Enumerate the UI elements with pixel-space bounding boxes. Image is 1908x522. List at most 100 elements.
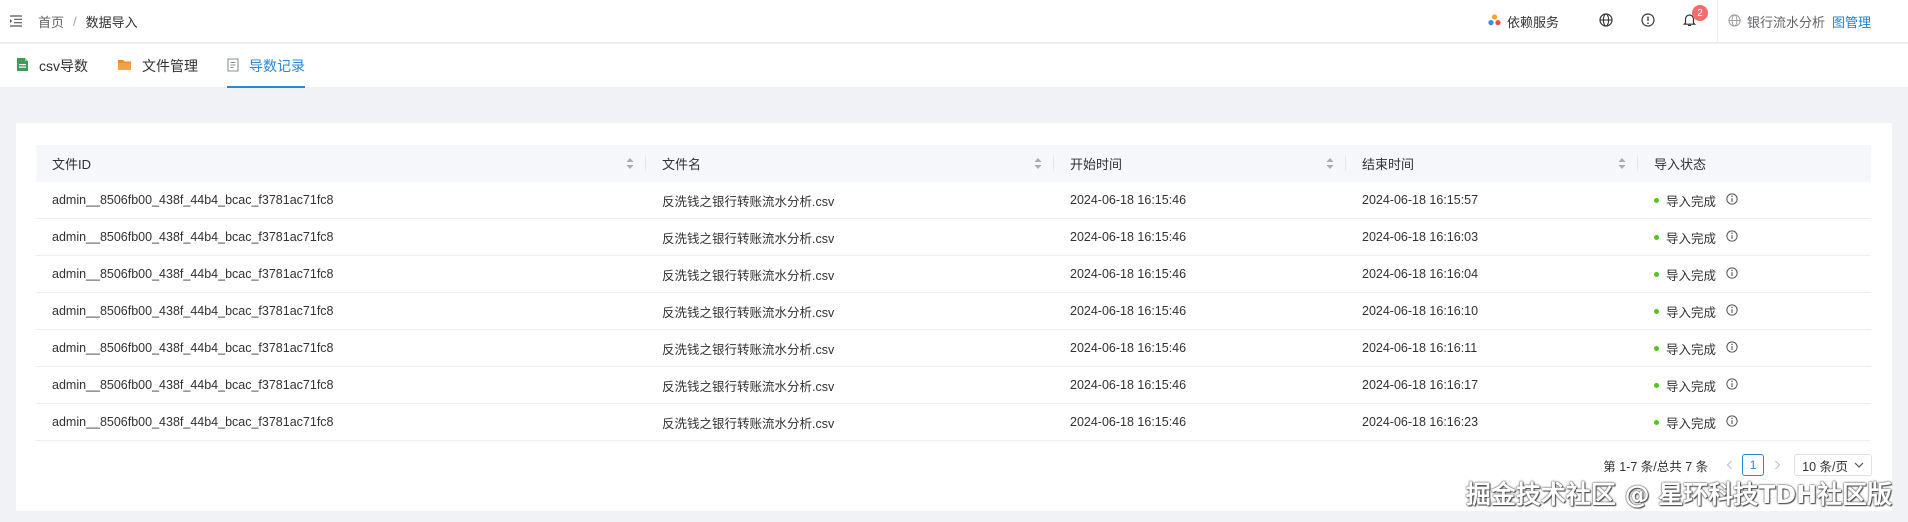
table-row: admin__8506fb00_438f_44b4_bcac_f3781ac71… xyxy=(36,293,1871,330)
status-info-icon[interactable] xyxy=(1726,266,1738,282)
cell-file-name: 反洗钱之银行转账流水分析.csv xyxy=(662,268,835,283)
column-header-import-status: 导入状态 xyxy=(1638,145,1871,182)
column-header-file-name[interactable]: 文件名 xyxy=(646,145,1054,182)
column-header-file-id[interactable]: 文件ID xyxy=(36,145,646,182)
status-dot xyxy=(1654,234,1659,240)
status-dot xyxy=(1654,345,1659,351)
column-header-start-time[interactable]: 开始时间 xyxy=(1054,145,1346,182)
cell-import-status: 导入完成 xyxy=(1638,256,1871,292)
table-row: admin__8506fb00_438f_44b4_bcac_f3781ac71… xyxy=(36,404,1871,441)
sort-icon[interactable] xyxy=(1326,158,1334,169)
status-dot xyxy=(1654,382,1659,388)
tab-label: 文件管理 xyxy=(142,58,198,74)
cell-start-time: 2024-06-18 16:15:46 xyxy=(1070,378,1187,392)
csv-file-icon xyxy=(16,57,29,75)
column-title: 文件ID xyxy=(52,157,92,172)
page-size-value: 10 条/页 xyxy=(1802,459,1848,474)
status-text: 导入完成 xyxy=(1666,342,1717,357)
dependency-service-icon xyxy=(1488,14,1501,29)
cell-start-time: 2024-06-18 16:15:46 xyxy=(1070,341,1187,355)
cell-file-id: admin__8506fb00_438f_44b4_bcac_f3781ac71… xyxy=(52,341,334,355)
page-size-select[interactable]: 10 条/页 xyxy=(1794,454,1872,476)
record-icon xyxy=(227,57,239,75)
folder-icon xyxy=(117,58,132,74)
status-dot xyxy=(1654,308,1659,314)
cell-end-time: 2024-06-18 16:16:23 xyxy=(1362,415,1479,429)
cell-file-name: 反洗钱之银行转账流水分析.csv xyxy=(662,305,835,320)
chevron-down-icon xyxy=(1854,458,1864,472)
status-info-icon[interactable] xyxy=(1726,377,1738,393)
globe-icon xyxy=(1599,13,1613,30)
status-dot xyxy=(1654,419,1659,425)
status-text: 导入完成 xyxy=(1666,416,1717,431)
cell-file-id: admin__8506fb00_438f_44b4_bcac_f3781ac71… xyxy=(52,230,334,244)
status-info-icon[interactable] xyxy=(1726,229,1738,245)
cell-start-time: 2024-06-18 16:15:46 xyxy=(1070,304,1187,318)
cell-file-id: admin__8506fb00_438f_44b4_bcac_f3781ac71… xyxy=(52,378,334,392)
import-record-table: 文件ID 文件名 开始时间 结束时间 导入状态 admin__8506fb00_… xyxy=(36,145,1871,441)
sort-icon[interactable] xyxy=(1618,158,1626,169)
cell-file-id: admin__8506fb00_438f_44b4_bcac_f3781ac71… xyxy=(52,193,334,207)
cell-start-time: 2024-06-18 16:15:46 xyxy=(1070,193,1187,207)
tab-import-record[interactable]: 导数记录 xyxy=(227,45,305,88)
status-info-icon[interactable] xyxy=(1726,414,1738,430)
cell-end-time: 2024-06-18 16:16:17 xyxy=(1362,378,1479,392)
status-info-icon[interactable] xyxy=(1726,192,1738,208)
tab-csv-import[interactable]: csv导数 xyxy=(16,45,88,87)
next-page-icon[interactable] xyxy=(1768,460,1786,470)
table-row: admin__8506fb00_438f_44b4_bcac_f3781ac71… xyxy=(36,182,1871,219)
table-row: admin__8506fb00_438f_44b4_bcac_f3781ac71… xyxy=(36,330,1871,367)
project-name: 银行流水分析 xyxy=(1746,15,1825,30)
project-selector[interactable]: 银行流水分析 图管理 xyxy=(1728,0,1871,43)
tab-file-manage[interactable]: 文件管理 xyxy=(117,45,198,87)
cell-file-id: admin__8506fb00_438f_44b4_bcac_f3781ac71… xyxy=(52,267,334,281)
table-body: admin__8506fb00_438f_44b4_bcac_f3781ac71… xyxy=(36,182,1871,441)
sort-icon[interactable] xyxy=(1034,158,1042,169)
column-title: 文件名 xyxy=(662,157,702,172)
cell-import-status: 导入完成 xyxy=(1638,219,1871,255)
table-row: admin__8506fb00_438f_44b4_bcac_f3781ac71… xyxy=(36,367,1871,404)
prev-page-icon[interactable] xyxy=(1720,460,1738,470)
graph-manage-link[interactable]: 图管理 xyxy=(1832,12,1871,31)
cell-file-name: 反洗钱之银行转账流水分析.csv xyxy=(662,194,835,209)
status-text: 导入完成 xyxy=(1666,231,1717,246)
breadcrumb-home[interactable]: 首页 xyxy=(38,12,64,31)
status-dot xyxy=(1654,197,1659,203)
page-number-current[interactable]: 1 xyxy=(1742,454,1765,476)
tab-label: 导数记录 xyxy=(249,58,305,74)
cell-import-status: 导入完成 xyxy=(1638,404,1871,440)
language-button[interactable] xyxy=(1585,0,1627,43)
cell-start-time: 2024-06-18 16:15:46 xyxy=(1070,267,1187,281)
cell-file-name: 反洗钱之银行转账流水分析.csv xyxy=(662,342,835,357)
sort-icon[interactable] xyxy=(626,158,634,169)
menu-toggle-icon[interactable] xyxy=(2,0,30,43)
column-header-end-time[interactable]: 结束时间 xyxy=(1346,145,1638,182)
cell-import-status: 导入完成 xyxy=(1638,182,1871,218)
status-text: 导入完成 xyxy=(1666,268,1717,283)
tab-label: csv导数 xyxy=(39,58,88,74)
status-text: 导入完成 xyxy=(1666,379,1717,394)
pagination-total: 第 1-7 条/总共 7 条 xyxy=(1603,459,1709,474)
pagination: 第 1-7 条/总共 7 条 1 10 条/页 xyxy=(1603,454,1872,476)
status-info-icon[interactable] xyxy=(1726,340,1738,356)
table-row: admin__8506fb00_438f_44b4_bcac_f3781ac71… xyxy=(36,256,1871,293)
top-header: 首页 / 数据导入 依赖服务 2 银行流水分析 图管理 xyxy=(0,0,1908,43)
cell-file-name: 反洗钱之银行转账流水分析.csv xyxy=(662,379,835,394)
info-button[interactable] xyxy=(1627,0,1669,43)
notification-button[interactable]: 2 xyxy=(1669,0,1711,43)
cell-end-time: 2024-06-18 16:15:57 xyxy=(1362,193,1479,207)
cell-import-status: 导入完成 xyxy=(1638,293,1871,329)
cell-import-status: 导入完成 xyxy=(1638,330,1871,366)
dependency-service-button[interactable]: 依赖服务 xyxy=(1488,0,1559,43)
breadcrumb-separator: / xyxy=(73,13,77,29)
import-record-card: 文件ID 文件名 开始时间 结束时间 导入状态 admin__8506fb00_… xyxy=(16,123,1892,511)
cell-end-time: 2024-06-18 16:16:04 xyxy=(1362,267,1479,281)
watermark: 掘金技术社区 @ 星环科技TDH社区版 xyxy=(1465,480,1892,509)
status-info-icon[interactable] xyxy=(1726,303,1738,319)
project-globe-icon xyxy=(1728,13,1741,30)
breadcrumb: 首页 / 数据导入 xyxy=(38,12,138,31)
cell-start-time: 2024-06-18 16:15:46 xyxy=(1070,415,1187,429)
notification-badge: 2 xyxy=(1691,5,1708,21)
cell-file-name: 反洗钱之银行转账流水分析.csv xyxy=(662,231,835,246)
cell-file-id: admin__8506fb00_438f_44b4_bcac_f3781ac71… xyxy=(52,304,334,318)
